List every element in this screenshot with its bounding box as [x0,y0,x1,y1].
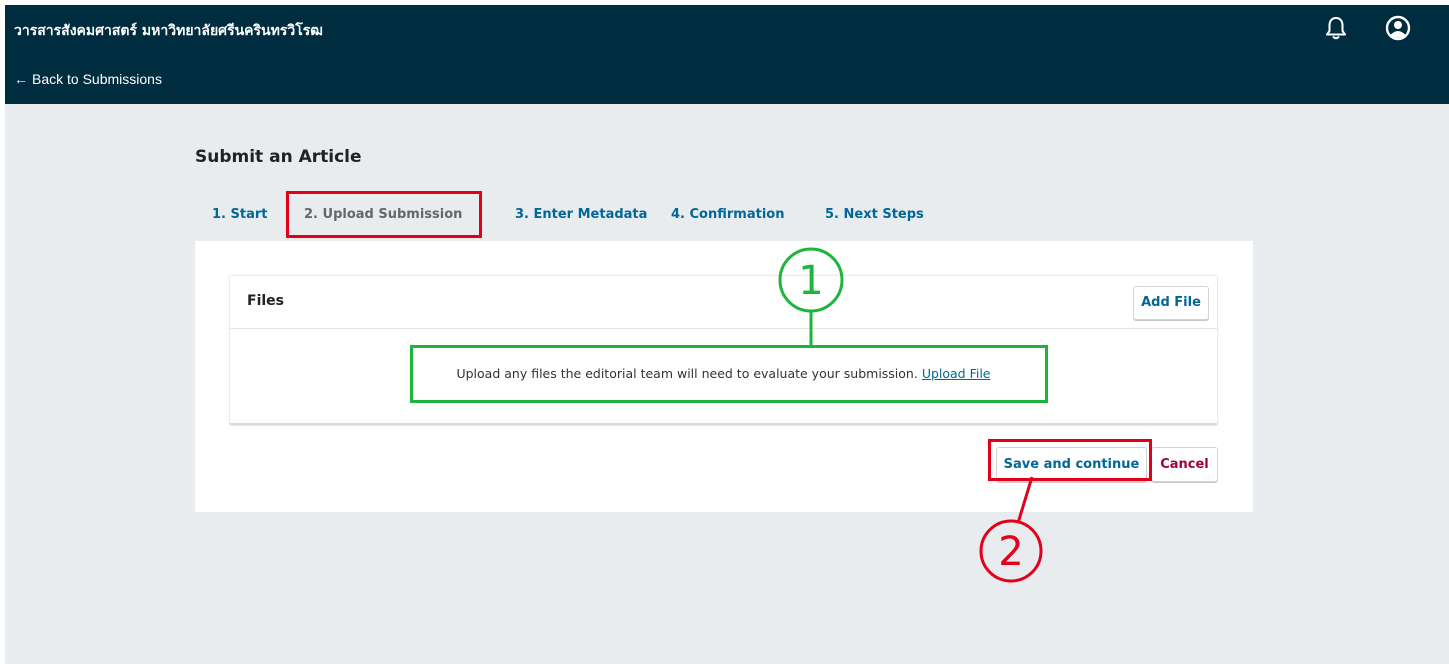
cancel-button[interactable]: Cancel [1151,447,1218,482]
upload-file-link[interactable]: Upload File [922,366,991,381]
submission-card: Files Add File Upload any files the edit… [195,241,1253,512]
marker-2-label: 2 [998,529,1023,575]
files-title: Files [247,293,284,309]
back-arrow-icon: ← [14,71,28,87]
user-circle-icon[interactable] [1385,15,1411,41]
save-and-continue-button[interactable]: Save and continue [996,447,1147,482]
add-file-button[interactable]: Add File [1133,286,1209,320]
files-empty-message: Upload any files the editorial team will… [230,366,1217,381]
files-message-text: Upload any files the editorial team will… [456,366,918,381]
app-frame: วารสารสังคมศาสตร์ มหาวิทยาลัยศรีนครินทรว… [5,5,1449,664]
back-link-label: Back to Submissions [32,71,162,87]
bell-icon[interactable] [1325,15,1347,41]
site-title[interactable]: วารสารสังคมศาสตร์ มหาวิทยาลัยศรีนครินทรว… [14,20,323,42]
files-panel-header: Files Add File [230,276,1217,329]
files-panel: Files Add File Upload any files the edit… [230,276,1217,425]
tab-confirmation[interactable]: 4. Confirmation [671,207,784,222]
page-title: Submit an Article [195,147,362,167]
tab-start[interactable]: 1. Start [212,207,268,222]
tab-enter-metadata[interactable]: 3. Enter Metadata [515,207,647,222]
tab-next-steps[interactable]: 5. Next Steps [825,207,924,222]
tab-upload-submission[interactable]: 2. Upload Submission [304,207,462,222]
top-bar: วารสารสังคมศาสตร์ มหาวิทยาลัยศรีนครินทรว… [5,5,1449,104]
back-to-submissions-link[interactable]: ← Back to Submissions [14,71,162,87]
